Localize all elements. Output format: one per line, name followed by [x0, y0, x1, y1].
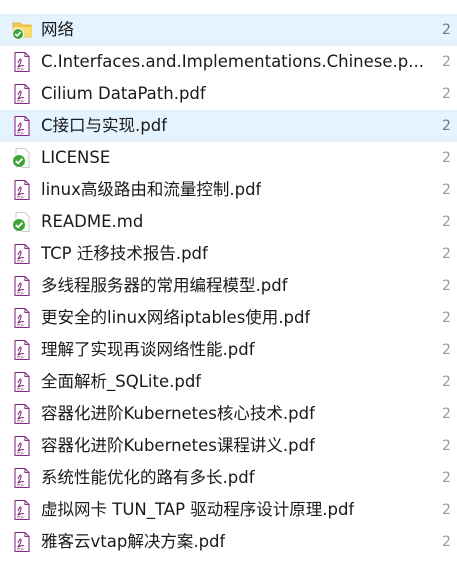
- file-name: 系统性能优化的路有多长.pdf: [41, 468, 255, 487]
- file-name: 理解了实现再谈网络性能.pdf: [41, 340, 255, 359]
- pdf-file-icon: PDF: [14, 339, 30, 361]
- pdf-file-icon: PDF: [14, 435, 30, 457]
- svg-text:PDF: PDF: [17, 484, 24, 488]
- file-name: 多线程服务器的常用编程模型.pdf: [41, 276, 288, 295]
- file-name: TCP 迁移技术报告.pdf: [41, 244, 208, 263]
- pdf-file-icon: PDF: [14, 371, 30, 393]
- file-row-pdf[interactable]: PDF Cilium DataPath.pdf 2: [0, 78, 457, 110]
- column-truncated-value: 2: [442, 406, 451, 422]
- column-truncated-value: 2: [442, 118, 451, 134]
- svg-text:PDF: PDF: [17, 324, 24, 328]
- file-row-pdf[interactable]: PDF 雅客云vtap解决方案.pdf 2: [0, 526, 457, 558]
- pdf-file-icon: PDF: [14, 51, 30, 73]
- svg-text:PDF: PDF: [17, 196, 24, 200]
- pdf-file-icon: PDF: [14, 467, 30, 489]
- file-name: README.md: [41, 212, 144, 231]
- svg-text:PDF: PDF: [17, 292, 24, 296]
- column-truncated-value: 2: [442, 438, 451, 454]
- file-row-network-folder[interactable]: 网络 2: [0, 14, 457, 46]
- pdf-file-icon: PDF: [14, 403, 30, 425]
- file-list: 网络 2 PDF C.Interfaces.and.Implementation…: [0, 14, 457, 558]
- svg-text:PDF: PDF: [17, 388, 24, 392]
- pdf-file-icon: PDF: [14, 531, 30, 553]
- pdf-file-icon: PDF: [14, 307, 30, 329]
- file-row-pdf[interactable]: PDF 容器化进阶Kubernetes核心技术.pdf 2: [0, 398, 457, 430]
- svg-text:PDF: PDF: [17, 260, 24, 264]
- file-row-pdf[interactable]: PDF C接口与实现.pdf 2: [0, 110, 457, 142]
- column-truncated-value: 2: [442, 278, 451, 294]
- svg-text:PDF: PDF: [17, 356, 24, 360]
- file-row-pdf[interactable]: PDF 多线程服务器的常用编程模型.pdf 2: [0, 270, 457, 302]
- svg-text:PDF: PDF: [17, 452, 24, 456]
- file-row-pdf[interactable]: PDF TCP 迁移技术报告.pdf 2: [0, 238, 457, 270]
- file-name: 网络: [41, 20, 74, 39]
- pdf-file-icon: PDF: [14, 115, 30, 137]
- column-truncated-value: 2: [442, 182, 451, 198]
- svg-text:PDF: PDF: [17, 516, 24, 520]
- file-name: C接口与实现.pdf: [41, 116, 168, 135]
- file-row-license[interactable]: LICENSE 2: [0, 142, 457, 174]
- file-row-pdf[interactable]: PDF C.Interfaces.and.Implementations.Chi…: [0, 46, 457, 78]
- file-name: 雅客云vtap解决方案.pdf: [41, 532, 226, 551]
- file-name: 容器化进阶Kubernetes核心技术.pdf: [41, 404, 315, 423]
- file-name: LICENSE: [41, 148, 111, 167]
- column-truncated-value: 2: [442, 214, 451, 230]
- svg-text:PDF: PDF: [17, 68, 24, 72]
- pdf-file-icon: PDF: [14, 83, 30, 105]
- file-row-pdf[interactable]: PDF 理解了实现再谈网络性能.pdf 2: [0, 334, 457, 366]
- column-truncated-value: 2: [442, 374, 451, 390]
- file-row-pdf[interactable]: PDF 容器化进阶Kubernetes课程讲义.pdf 2: [0, 430, 457, 462]
- column-truncated-value: 2: [442, 86, 451, 102]
- pdf-file-icon: PDF: [14, 499, 30, 521]
- file-name: Cilium DataPath.pdf: [41, 84, 206, 103]
- file-row-readme[interactable]: README.md 2: [0, 206, 457, 238]
- svg-text:PDF: PDF: [17, 548, 24, 552]
- file-row-pdf[interactable]: PDF 系统性能优化的路有多长.pdf 2: [0, 462, 457, 494]
- file-name: 容器化进阶Kubernetes课程讲义.pdf: [41, 436, 315, 455]
- svg-text:PDF: PDF: [17, 420, 24, 424]
- column-truncated-value: 2: [442, 310, 451, 326]
- column-truncated-value: 2: [442, 22, 451, 38]
- file-name: 虚拟网卡 TUN_TAP 驱动程序设计原理.pdf: [41, 500, 355, 519]
- file-name: C.Interfaces.and.Implementations.Chinese…: [41, 52, 424, 71]
- column-truncated-value: 2: [442, 54, 451, 70]
- column-truncated-value: 2: [442, 534, 451, 550]
- file-name: 全面解析_SQLite.pdf: [41, 372, 202, 391]
- column-truncated-value: 2: [442, 470, 451, 486]
- folder-synced-icon: [12, 22, 32, 40]
- column-truncated-value: 2: [442, 342, 451, 358]
- column-truncated-value: 2: [442, 246, 451, 262]
- file-row-pdf[interactable]: PDF 更安全的linux网络iptables使用.pdf 2: [0, 302, 457, 334]
- column-truncated-value: 2: [442, 150, 451, 166]
- synced-check-icon: [12, 148, 30, 168]
- column-truncated-value: 2: [442, 502, 451, 518]
- pdf-file-icon: PDF: [14, 243, 30, 265]
- file-row-pdf[interactable]: PDF 全面解析_SQLite.pdf 2: [0, 366, 457, 398]
- svg-text:PDF: PDF: [17, 100, 24, 104]
- file-row-pdf[interactable]: PDF 虚拟网卡 TUN_TAP 驱动程序设计原理.pdf 2: [0, 494, 457, 526]
- file-row-pdf[interactable]: PDF linux高级路由和流量控制.pdf 2: [0, 174, 457, 206]
- file-name: linux高级路由和流量控制.pdf: [41, 180, 262, 199]
- pdf-file-icon: PDF: [14, 179, 30, 201]
- file-name: 更安全的linux网络iptables使用.pdf: [41, 308, 311, 327]
- synced-check-icon: [12, 212, 30, 232]
- pdf-file-icon: PDF: [14, 275, 30, 297]
- svg-text:PDF: PDF: [17, 132, 24, 136]
